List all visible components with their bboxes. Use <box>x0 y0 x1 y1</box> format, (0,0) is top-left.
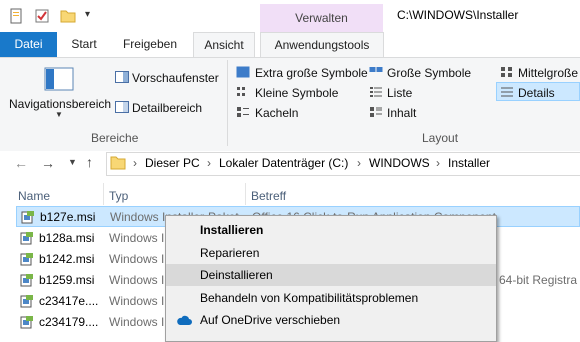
column-header-name[interactable]: Name <box>18 189 50 203</box>
tab-ansicht[interactable]: Ansicht <box>193 32 255 58</box>
file-name: b128a.msi <box>39 231 95 245</box>
msi-package-icon <box>21 211 34 224</box>
recent-locations-chevron-icon[interactable]: ▼ <box>68 157 77 167</box>
breadcrumb-windows[interactable]: WINDOWS <box>369 156 430 170</box>
checkmark-icon[interactable] <box>34 8 50 24</box>
tab-anwendungstools[interactable]: Anwendungstools <box>260 32 384 58</box>
breadcrumb-chevron-icon[interactable]: › <box>207 156 211 170</box>
small-icons-icon <box>237 87 245 96</box>
breadcrumb-chevron-icon[interactable]: › <box>357 156 361 170</box>
view-content[interactable]: Inhalt <box>387 106 416 120</box>
details-icon <box>501 87 513 97</box>
up-arrow-icon[interactable]: ↑ <box>86 154 93 170</box>
view-tiles[interactable]: Kacheln <box>255 106 298 120</box>
file-type: Windows I <box>109 273 165 287</box>
menu-item-label: Deinstallieren <box>200 268 273 282</box>
menu-item-compatibility[interactable]: Behandeln von Kompatibilitätsproblemen <box>166 287 496 309</box>
menu-item-install[interactable]: Installieren <box>166 219 496 241</box>
menu-item-onedrive[interactable]: Auf OneDrive verschieben <box>166 309 496 331</box>
menu-item-label: Behandeln von Kompatibilitätsproblemen <box>200 291 419 305</box>
tiles-icon <box>237 107 249 117</box>
file-type: Windows I <box>109 252 165 266</box>
large-icons-icon <box>369 67 383 72</box>
menu-item-repair[interactable]: Reparieren <box>166 242 496 264</box>
properties-icon[interactable] <box>8 8 24 24</box>
msi-package-icon <box>20 295 33 308</box>
file-subject: 64-bit Registra <box>499 273 578 287</box>
list-icon <box>370 87 382 97</box>
column-divider[interactable] <box>103 183 104 205</box>
view-details[interactable]: Details <box>518 86 555 100</box>
context-menu: Installieren Reparieren Deinstallieren B… <box>165 215 497 342</box>
preview-pane-button[interactable]: Vorschaufenster <box>132 71 219 85</box>
msi-package-icon <box>20 274 33 287</box>
details-pane-button[interactable]: Detailbereich <box>132 101 202 115</box>
menu-item-uninstall[interactable]: Deinstallieren <box>166 264 496 286</box>
tab-start[interactable]: Start <box>62 32 106 57</box>
view-small-icons[interactable]: Kleine Symbole <box>255 86 338 100</box>
group-label-layout: Layout <box>422 131 459 145</box>
content-icon <box>370 107 382 117</box>
breadcrumb-chevron-icon[interactable]: › <box>436 156 440 170</box>
menu-item-label: Auf OneDrive verschieben <box>200 313 341 327</box>
view-extra-large-icons[interactable]: Extra große Symbole <box>255 66 368 80</box>
file-name: c234179.... <box>39 315 99 329</box>
onedrive-cloud-icon <box>177 315 192 325</box>
file-name: b1242.msi <box>39 252 95 266</box>
msi-package-icon <box>20 316 33 329</box>
column-header-type[interactable]: Typ <box>109 189 128 203</box>
file-type: Windows I <box>109 294 165 308</box>
breadcrumb-chevron-icon[interactable]: › <box>133 156 137 170</box>
menu-item-label: Reparieren <box>200 246 260 260</box>
medium-icons-icon <box>501 67 512 77</box>
navigation-pane-button[interactable]: Navigationsbereich <box>9 97 111 111</box>
file-name: c23417e.... <box>39 294 99 308</box>
msi-package-icon <box>20 232 33 245</box>
window-title: C:\WINDOWS\Installer <box>397 8 519 22</box>
customize-quick-access-icon[interactable]: ▾ <box>85 9 90 20</box>
navigation-pane-icon[interactable] <box>44 67 74 91</box>
group-label-panes: Bereiche <box>91 131 139 145</box>
extra-large-icons-icon <box>236 66 250 78</box>
breadcrumb-drive-c[interactable]: Lokaler Datenträger (C:) <box>219 156 348 170</box>
breadcrumb-dieser-pc[interactable]: Dieser PC <box>145 156 200 170</box>
file-name: b1259.msi <box>39 273 95 287</box>
tab-freigeben[interactable]: Freigeben <box>115 32 185 57</box>
file-name: b127e.msi <box>40 210 96 224</box>
menu-item-label: Installieren <box>200 223 264 237</box>
msi-package-icon <box>20 253 33 266</box>
tab-datei[interactable]: Datei <box>0 32 57 57</box>
folder-icon[interactable] <box>60 8 76 24</box>
breadcrumb-installer[interactable]: Installer <box>448 156 490 170</box>
forward-arrow-icon[interactable]: → <box>41 155 55 171</box>
file-type: Windows I <box>109 231 165 245</box>
view-large-icons[interactable]: Große Symbole <box>387 66 471 80</box>
folder-icon <box>110 156 126 170</box>
column-divider[interactable] <box>245 183 246 205</box>
context-tab-group-label: Verwalten <box>260 4 383 32</box>
chevron-down-icon[interactable]: ▼ <box>55 110 63 119</box>
column-header-subject[interactable]: Betreff <box>251 189 286 203</box>
ribbon-separator <box>227 60 228 146</box>
back-arrow-icon[interactable]: ← <box>14 155 28 171</box>
preview-pane-icon <box>115 71 129 83</box>
view-list[interactable]: Liste <box>387 86 412 100</box>
view-medium-icons[interactable]: Mittelgroße <box>518 66 578 80</box>
file-type: Windows I <box>109 315 165 329</box>
details-pane-icon <box>115 101 129 113</box>
